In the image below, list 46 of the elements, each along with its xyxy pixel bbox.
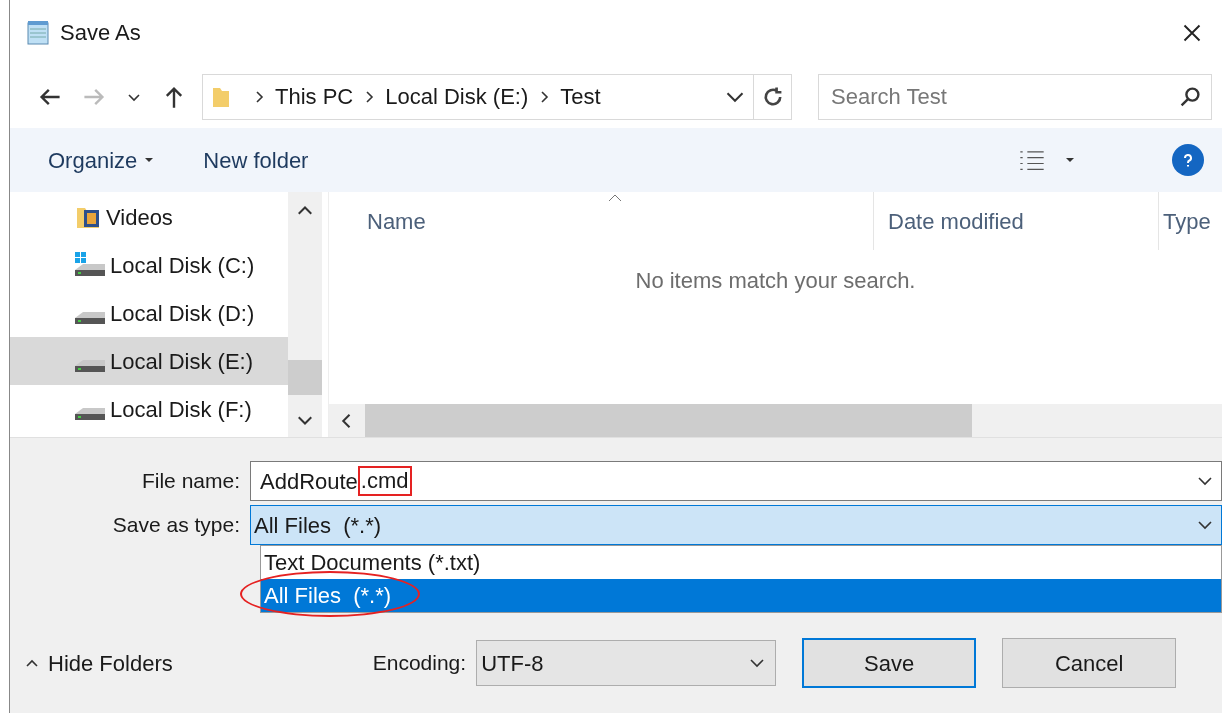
field-label: File name: xyxy=(140,468,241,495)
notepad-icon xyxy=(24,18,52,47)
help-button[interactable] xyxy=(1172,144,1204,176)
empty-message: No items match your search. xyxy=(635,267,916,295)
encoding-label: Encoding: xyxy=(372,650,467,677)
dropdown-option[interactable]: All Files (*.*) xyxy=(261,579,1221,612)
sort-caret-icon xyxy=(608,194,622,202)
drive-icon xyxy=(74,359,106,373)
dropdown-option[interactable]: Text Documents (*.txt) xyxy=(261,546,1221,579)
vertical-scrollbar[interactable] xyxy=(288,192,322,437)
system-drive-icon xyxy=(74,251,106,279)
address-bar[interactable]: This PC Local Disk (E:) Test xyxy=(202,73,792,120)
close-icon xyxy=(1182,22,1202,43)
sidebar-item[interactable]: Videos xyxy=(10,193,288,241)
search-field[interactable]: Search Test xyxy=(818,73,1212,120)
column-header[interactable]: Name xyxy=(329,192,874,250)
column-header[interactable]: Type xyxy=(1159,192,1219,250)
sidebar-item[interactable]: Local Disk (F:) xyxy=(10,385,288,433)
dialog-button[interactable]: Cancel xyxy=(1002,638,1177,688)
horizontal-scrollbar[interactable] xyxy=(329,404,1222,437)
drive-icon xyxy=(74,407,106,421)
view-options-button[interactable] xyxy=(1018,148,1074,172)
toolbar-button[interactable]: Organize xyxy=(48,143,154,177)
window-title: Save As xyxy=(60,19,141,47)
field-label: Save as type: xyxy=(111,512,241,539)
sidebar-item[interactable]: Local Disk (E:) xyxy=(10,337,288,385)
sidebar-item[interactable]: Local Disk (D:) xyxy=(10,289,288,337)
toolbar-button[interactable]: New folder xyxy=(203,143,309,177)
breadcrumb-item[interactable]: Test xyxy=(560,80,601,113)
file-name-field[interactable]: AddRoute.cmd xyxy=(250,461,1222,501)
details-view-icon xyxy=(1018,148,1046,172)
annotated-extension: .cmd xyxy=(357,466,412,496)
scrollbar-thumb[interactable] xyxy=(365,404,972,437)
breadcrumb-item[interactable]: This PC xyxy=(275,80,354,113)
sidebar-item[interactable]: Local Disk (C:) xyxy=(10,241,288,289)
dialog-button[interactable]: Save xyxy=(802,638,977,688)
search-icon xyxy=(1178,84,1202,109)
file-type-dropdown[interactable]: All Files (*.*) xyxy=(250,505,1222,545)
column-header[interactable]: Date modified xyxy=(874,192,1159,250)
breadcrumb-item[interactable]: Local Disk (E:) xyxy=(385,80,529,113)
encoding-dropdown[interactable]: UTF-8 xyxy=(476,640,777,686)
scrollbar-thumb[interactable] xyxy=(288,360,322,395)
caret-icon xyxy=(1066,156,1074,164)
hide-folders-button[interactable]: Hide Folders xyxy=(10,646,173,680)
drive-icon xyxy=(74,311,106,325)
caret-icon xyxy=(145,158,154,162)
